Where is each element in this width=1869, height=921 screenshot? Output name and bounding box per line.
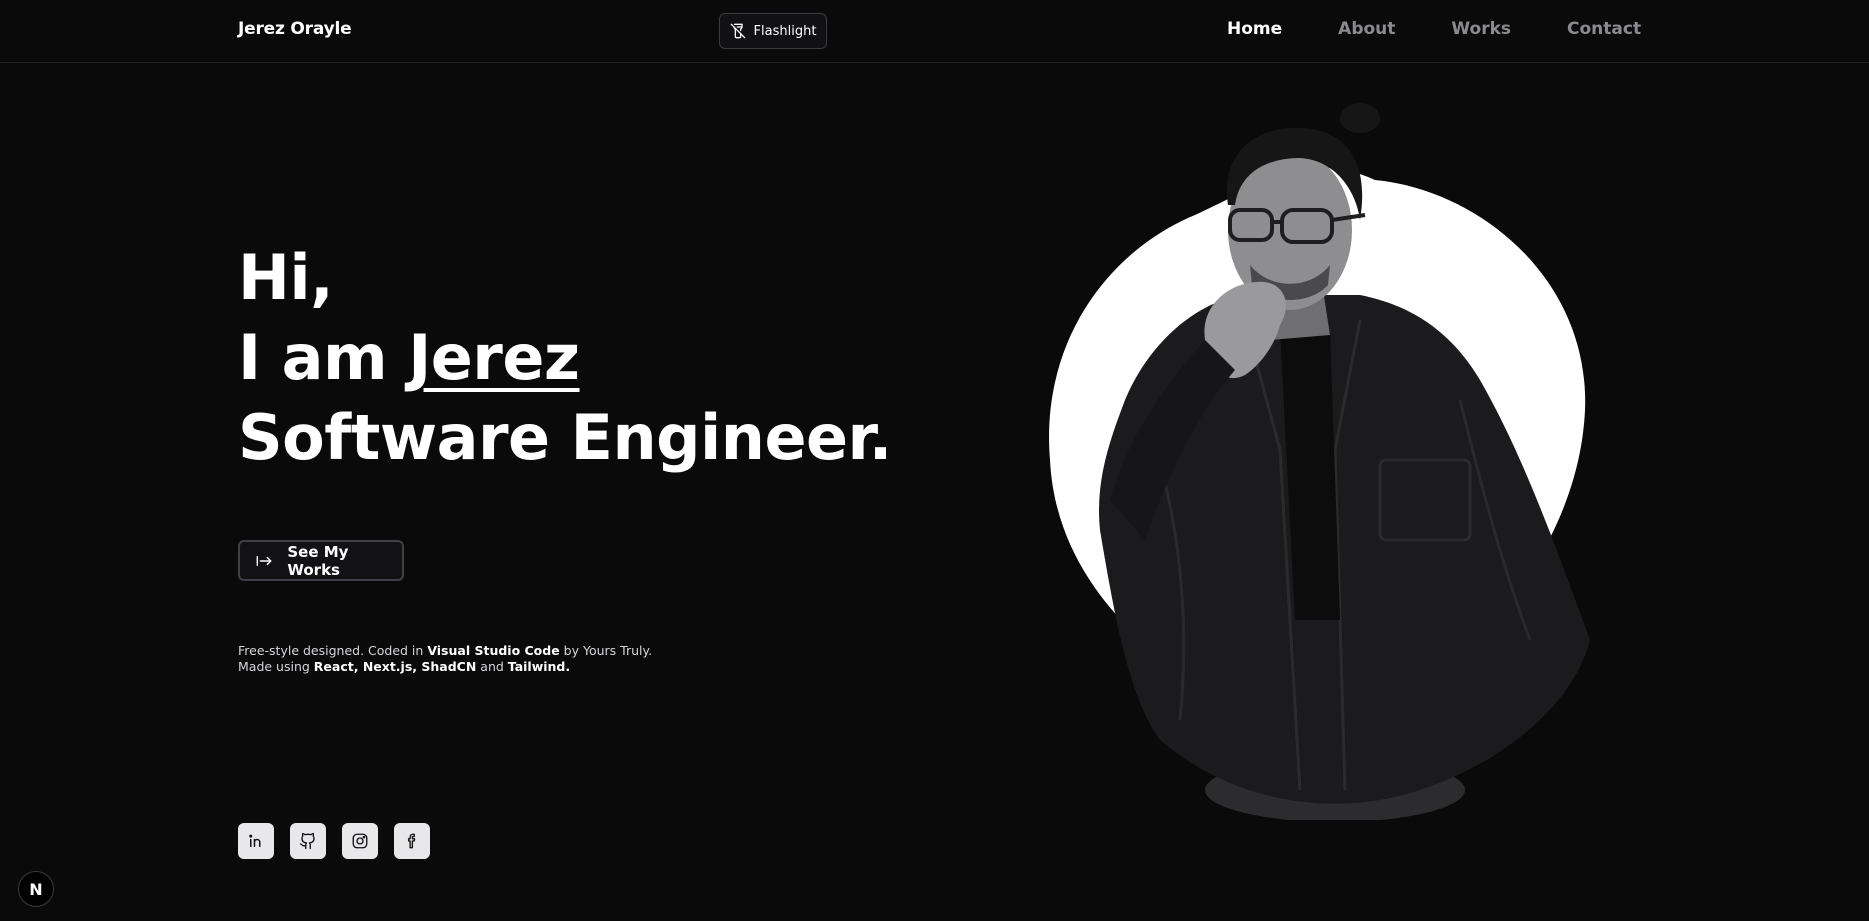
credits-tailwind: Tailwind.: [507, 659, 571, 674]
credits-react: React: [313, 659, 354, 674]
hero-intro-prefix: I am: [238, 321, 409, 394]
portrait-image: [1049, 103, 1590, 820]
github-icon: [299, 832, 315, 850]
hero-role: Software Engineer.: [238, 401, 892, 474]
nav-contact[interactable]: Contact: [1567, 19, 1641, 39]
credits-text-1: Free-style designed. Coded in: [238, 643, 428, 658]
credits-editor: Visual Studio Code: [427, 643, 560, 658]
credits-text: Free-style designed. Coded in Visual Stu…: [238, 643, 652, 675]
flashlight-label: Flashlight: [753, 23, 817, 39]
social-links: [238, 823, 430, 859]
nav-home[interactable]: Home: [1227, 19, 1282, 39]
hero-greeting: Hi,: [238, 241, 334, 314]
see-my-works-label: See My Works: [287, 542, 349, 579]
flashlight-button[interactable]: Flashlight: [719, 13, 827, 49]
credits-line-2: Made using React, Next.js, ShadCN and Ta…: [238, 659, 652, 675]
credits-shadcn: ShadCN: [421, 659, 477, 674]
hero-name: Jerez: [408, 321, 580, 394]
credits-text-3: Made using: [238, 659, 314, 674]
facebook-link[interactable]: [394, 823, 430, 859]
instagram-icon: [352, 833, 368, 849]
github-link[interactable]: [290, 823, 326, 859]
main-nav: Home About Works Contact: [1227, 19, 1641, 39]
hero-intro: I am Jerez: [238, 318, 892, 398]
credits-nextjs: Next.js: [362, 659, 413, 674]
hero-heading: Hi, I am Jerez Software Engineer.: [238, 238, 892, 478]
see-my-works-button[interactable]: See My Works: [238, 540, 404, 581]
credits-text-2: by Yours Truly.: [559, 643, 653, 658]
linkedin-link[interactable]: [238, 823, 274, 859]
site-header: Jerez Orayle Flashlight Home About Works…: [0, 0, 1869, 63]
linkedin-icon: [249, 834, 261, 847]
credits-and: and: [476, 659, 508, 674]
credits-line-1: Free-style designed. Coded in Visual Stu…: [238, 643, 652, 659]
flashlight-off-icon: [730, 23, 745, 39]
nav-works[interactable]: Works: [1451, 19, 1511, 39]
facebook-icon: [407, 833, 416, 849]
credits-comma-1: ,: [353, 659, 363, 674]
nav-about[interactable]: About: [1338, 19, 1395, 39]
instagram-link[interactable]: [342, 823, 378, 859]
nextjs-dev-badge[interactable]: N: [18, 871, 54, 907]
arrow-right-to-line-icon: [256, 555, 272, 566]
brand-name[interactable]: Jerez Orayle: [238, 19, 352, 39]
